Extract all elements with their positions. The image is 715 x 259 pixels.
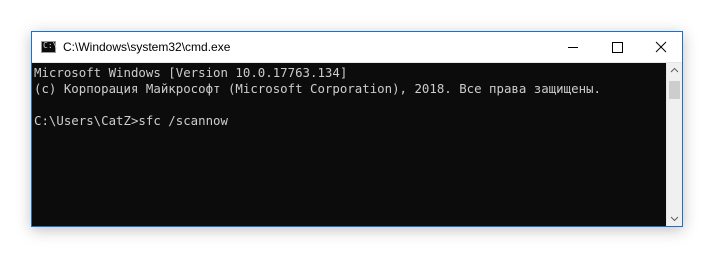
close-icon — [655, 41, 667, 53]
cmd-icon[interactable]: C:\ — [41, 41, 57, 53]
scroll-down-arrow-icon — [670, 216, 679, 222]
scroll-up-button[interactable] — [667, 63, 682, 78]
scroll-up-arrow-icon — [670, 67, 679, 73]
window-title: C:\Windows\system32\cmd.exe — [63, 40, 231, 54]
cmd-window[interactable]: C:\ C:\Windows\system32\cmd.exe Microsof… — [31, 31, 683, 227]
console-line-command: C:\Users\CatZ>sfc /scannow — [34, 113, 228, 128]
console-line-version: Microsoft Windows [Version 10.0.17763.13… — [34, 65, 348, 80]
vertical-scrollbar[interactable] — [666, 63, 682, 226]
console-line-copyright: (c) Корпорация Майкрософт (Microsoft Cor… — [34, 81, 601, 96]
maximize-button[interactable] — [595, 32, 639, 62]
close-button[interactable] — [639, 32, 683, 62]
minimize-button[interactable] — [551, 32, 595, 62]
scroll-thumb[interactable] — [669, 81, 680, 99]
scroll-down-button[interactable] — [667, 211, 682, 226]
title-bar[interactable]: C:\ C:\Windows\system32\cmd.exe — [32, 32, 682, 63]
maximize-icon — [612, 42, 623, 53]
minimize-icon — [568, 47, 578, 48]
console-output[interactable]: Microsoft Windows [Version 10.0.17763.13… — [32, 63, 666, 226]
